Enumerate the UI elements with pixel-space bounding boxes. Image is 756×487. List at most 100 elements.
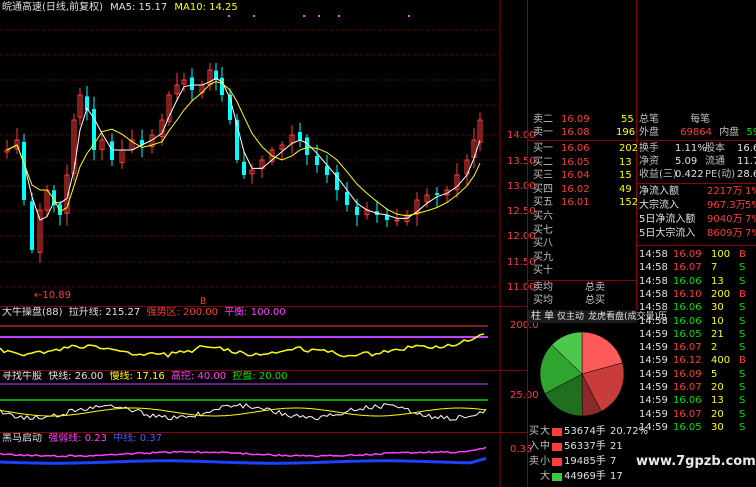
low-price-marker: ←10.89 (34, 290, 72, 301)
tab-single[interactable]: 单 (544, 311, 554, 323)
candle-body (110, 141, 114, 160)
tick-side: B (739, 288, 746, 300)
tick-time: 14:59 (639, 395, 668, 407)
indicator-panel-1[interactable]: 大牛操盘(88) 拉升线: 215.27 强势区: 200.00 平衡: 100… (0, 306, 539, 370)
tick-row[interactable]: 14:59 16.07 2 S (639, 342, 756, 354)
indicator-value: 强弱线: 0.23 (48, 433, 108, 444)
level-volume: 152 (619, 197, 639, 209)
tab-active-only[interactable]: 仅主动 (557, 311, 584, 323)
level-label: 买七 (533, 224, 553, 236)
tab-bar-chart[interactable]: 柱 (531, 311, 541, 323)
flow-pct: 7% (745, 214, 756, 225)
size-label: 中 (540, 441, 550, 452)
tick-row[interactable]: 14:59 16.06 13 S (639, 395, 756, 407)
candlestick-chart[interactable] (0, 0, 527, 306)
tick-side: S (739, 342, 746, 354)
flow-value: 9040万 (707, 214, 743, 225)
order-pie-chart (539, 331, 625, 417)
level-price: 16.02 (561, 183, 590, 195)
tick-row[interactable]: 14:58 16.07 7 S (639, 262, 756, 274)
fast-line (0, 403, 487, 421)
tick-volume: 20 (711, 408, 724, 420)
tick-side: B (739, 355, 746, 367)
order-volume: 44969手 (564, 471, 606, 482)
tick-row[interactable]: 14:59 16.07 20 S (639, 382, 756, 394)
ma10-value: MA10: 14.25 (174, 2, 238, 13)
level-label: 买九 (533, 251, 553, 263)
indicator-panel-2[interactable]: 寻找牛股 快线: 26.00 慢线: 17.16 高挖: 40.00 控盘: 2… (0, 370, 539, 432)
stat-label: 总笔 (639, 114, 659, 125)
tab-dragon-tiger[interactable]: 龙虎看盘(成交量)历 (588, 311, 667, 323)
candle-body (394, 219, 400, 222)
flow-row: 5日净流入额 9040万7% (639, 214, 756, 226)
stat-value: 28.6 (737, 169, 756, 180)
stat-row: 净资 5.09 流通 11.7亿 (639, 156, 756, 168)
tick-price: 16.05 (673, 421, 702, 433)
level-price: 16.01 (561, 197, 590, 209)
candle-body (355, 206, 359, 215)
order-dist-row: 大 44969手 17 (528, 471, 636, 483)
stat-value: 5.09 (675, 156, 698, 167)
stat-label: 换手 (639, 143, 659, 154)
tick-row[interactable]: 14:59 16.09 5 S (639, 369, 756, 381)
stat-label: 每笔 (690, 114, 711, 125)
flow-pct: 5% (745, 200, 756, 211)
tick-row[interactable]: 14:59 16.07 20 S (639, 409, 756, 421)
tick-row[interactable]: 14:58 16.06 13 S (639, 276, 756, 288)
order-pct: 7 (610, 456, 617, 467)
candle-body (315, 156, 319, 165)
candle-body (242, 161, 246, 175)
stat-label: 股本 (705, 143, 725, 154)
indicator-panel-3[interactable]: 黑马启动 强弱线: 0.23 中线: 0.37 0.35 (0, 432, 532, 487)
tick-volume: 10 (711, 315, 724, 327)
tick-volume: 20 (711, 382, 724, 393)
stat-zongbi: 总笔 每笔 (639, 114, 710, 126)
tick-time: 14:59 (639, 382, 668, 393)
tick-volume: 400 (711, 355, 731, 367)
tick-time: 14:59 (639, 408, 668, 420)
tick-volume: 13 (711, 275, 724, 287)
tab-bar: 柱 单 仅主动 龙虎看盘(成交量)历 (528, 310, 667, 323)
tick-row[interactable]: 14:58 16.10 200 B (639, 289, 756, 301)
level-label: 买十 (533, 265, 553, 277)
tick-row[interactable]: 14:59 16.05 30 S (639, 422, 756, 434)
slow-line (0, 407, 487, 417)
flow-pct: 1% (745, 186, 756, 197)
color-swatch (552, 473, 562, 481)
divider (0, 306, 527, 307)
indicator-value: 拉升线: 215.27 (68, 307, 141, 318)
size-label: 小 (540, 456, 550, 467)
mid-line (0, 456, 487, 465)
order-pct: 21 (610, 441, 623, 452)
tick-time: 14:58 (639, 288, 668, 300)
indicator-value: 高挖: 40.00 (170, 371, 227, 382)
main-chart-panel[interactable]: 皖通高速(日线,前复权) MA5: 15.17 MA10: 14.25 ←10.… (0, 0, 536, 307)
level-volume: 13 (619, 156, 632, 168)
level-volume: 202 (619, 143, 639, 154)
event-dot (408, 15, 410, 17)
stat-row: 收益(三)0.422PE(动)28.6 (639, 169, 756, 181)
stat-label: 净资 (639, 156, 659, 167)
indicator-value: 慢线: 17.16 (109, 371, 165, 382)
stat-value: 59558 (746, 127, 756, 138)
tick-row[interactable]: 14:59 16.05 21 S (639, 329, 756, 341)
tick-time: 14:59 (639, 355, 668, 367)
tick-side: S (739, 421, 746, 433)
stat-label: PE(动) (705, 169, 736, 180)
order-pct: 17 (610, 471, 623, 482)
candle-body (30, 201, 34, 250)
tick-row[interactable]: 14:58 16.09 100 B (639, 249, 756, 261)
indicator-name: 黑马启动 (2, 433, 42, 444)
tick-time: 14:59 (639, 368, 668, 380)
tick-volume: 7 (711, 262, 718, 274)
tick-row[interactable]: 14:59 16.12 400 B (639, 355, 756, 367)
tick-side: S (739, 302, 746, 314)
tick-price: 16.09 (673, 368, 702, 380)
tick-side: S (739, 315, 746, 327)
order-volume: 56337手 (564, 441, 606, 452)
side-label: 卖 (529, 456, 539, 467)
indicator-value: 快线: 26.00 (48, 371, 104, 382)
tick-price: 16.09 (673, 249, 702, 260)
tick-volume: 21 (711, 328, 724, 340)
color-swatch (552, 458, 562, 466)
